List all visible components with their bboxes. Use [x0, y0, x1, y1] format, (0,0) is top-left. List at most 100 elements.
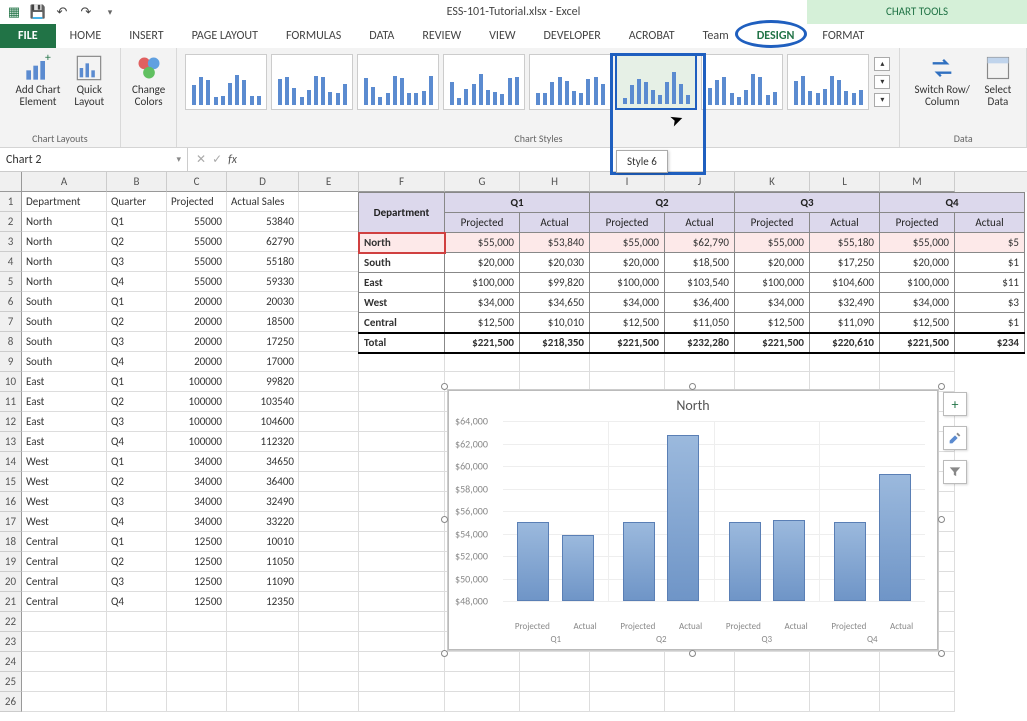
cell-H25[interactable] — [520, 672, 590, 692]
cell-D12[interactable]: 104600 — [227, 412, 299, 432]
cell-M9[interactable] — [880, 352, 955, 372]
col-header-C[interactable]: C — [167, 172, 227, 192]
cell-B26[interactable] — [107, 692, 167, 712]
tab-team[interactable]: Team — [689, 24, 743, 48]
cell-L9[interactable] — [810, 352, 880, 372]
row-header-17[interactable]: 17 — [0, 512, 22, 532]
select-data-button[interactable]: Select Data — [980, 52, 1016, 110]
cell-D1[interactable]: Actual Sales — [227, 192, 299, 212]
cell-E13[interactable] — [299, 432, 359, 452]
cell-B11[interactable]: Q2 — [107, 392, 167, 412]
styles-more[interactable]: ▾ — [874, 93, 890, 107]
tab-home[interactable]: HOME — [56, 24, 116, 48]
redo-icon[interactable]: ↷ — [78, 4, 94, 20]
chart-style-3[interactable] — [357, 54, 439, 110]
cell-D16[interactable]: 32490 — [227, 492, 299, 512]
chart-style-6[interactable] — [615, 54, 697, 110]
cell-A15[interactable]: West — [22, 472, 107, 492]
cell-D8[interactable]: 17250 — [227, 332, 299, 352]
row-header-11[interactable]: 11 — [0, 392, 22, 412]
cell-B16[interactable]: Q3 — [107, 492, 167, 512]
chart-bar[interactable] — [729, 522, 761, 601]
cell-C3[interactable]: 55000 — [167, 232, 227, 252]
cell-C17[interactable]: 34000 — [167, 512, 227, 532]
chart-filter-button[interactable] — [943, 460, 967, 484]
cell-E23[interactable] — [299, 632, 359, 652]
chart-styles-button[interactable] — [943, 426, 967, 450]
cell-C1[interactable]: Projected — [167, 192, 227, 212]
cell-B14[interactable]: Q1 — [107, 452, 167, 472]
row-header-3[interactable]: 3 — [0, 232, 22, 252]
col-header-L[interactable]: L — [810, 172, 880, 192]
cell-E8[interactable] — [299, 332, 359, 352]
cell-C22[interactable] — [167, 612, 227, 632]
cell-G10[interactable] — [445, 372, 520, 392]
cell-C7[interactable]: 20000 — [167, 312, 227, 332]
cell-C6[interactable]: 20000 — [167, 292, 227, 312]
row-header-14[interactable]: 14 — [0, 452, 22, 472]
cell-L26[interactable] — [810, 692, 880, 712]
tab-view[interactable]: VIEW — [475, 24, 529, 48]
chart-style-4[interactable] — [443, 54, 525, 110]
cell-A6[interactable]: South — [22, 292, 107, 312]
cell-E19[interactable] — [299, 552, 359, 572]
cell-E25[interactable] — [299, 672, 359, 692]
cell-A1[interactable]: Department — [22, 192, 107, 212]
cell-E15[interactable] — [299, 472, 359, 492]
cell-E22[interactable] — [299, 612, 359, 632]
cell-F9[interactable] — [359, 352, 445, 372]
chart-bar[interactable] — [773, 520, 805, 601]
cell-A20[interactable]: Central — [22, 572, 107, 592]
cell-E5[interactable] — [299, 272, 359, 292]
cell-C14[interactable]: 34000 — [167, 452, 227, 472]
cell-C9[interactable]: 20000 — [167, 352, 227, 372]
tab-formulas[interactable]: FORMULAS — [272, 24, 355, 48]
cell-D3[interactable]: 62790 — [227, 232, 299, 252]
cell-C13[interactable]: 100000 — [167, 432, 227, 452]
row-header-19[interactable]: 19 — [0, 552, 22, 572]
cell-E21[interactable] — [299, 592, 359, 612]
cell-A5[interactable]: North — [22, 272, 107, 292]
col-header-M[interactable]: M — [880, 172, 955, 192]
pivot-table[interactable]: DepartmentQ1Q2Q3Q4ProjectedActualProject… — [358, 192, 1025, 354]
row-header-16[interactable]: 16 — [0, 492, 22, 512]
cell-B13[interactable]: Q4 — [107, 432, 167, 452]
col-header-K[interactable]: K — [735, 172, 810, 192]
cell-D15[interactable]: 36400 — [227, 472, 299, 492]
fx-icon[interactable]: fx — [228, 153, 237, 167]
row-header-18[interactable]: 18 — [0, 532, 22, 552]
tab-acrobat[interactable]: ACROBAT — [615, 24, 689, 48]
cell-K26[interactable] — [735, 692, 810, 712]
cell-A8[interactable]: South — [22, 332, 107, 352]
col-header-F[interactable]: F — [359, 172, 445, 192]
cell-B19[interactable]: Q2 — [107, 552, 167, 572]
cell-B20[interactable]: Q3 — [107, 572, 167, 592]
cell-A7[interactable]: South — [22, 312, 107, 332]
cell-E16[interactable] — [299, 492, 359, 512]
cell-J9[interactable] — [665, 352, 735, 372]
cell-B3[interactable]: Q2 — [107, 232, 167, 252]
row-header-22[interactable]: 22 — [0, 612, 22, 632]
cell-A14[interactable]: West — [22, 452, 107, 472]
col-header-I[interactable]: I — [590, 172, 665, 192]
row-header-7[interactable]: 7 — [0, 312, 22, 332]
switch-row-column-button[interactable]: Switch Row/ Column — [911, 52, 974, 110]
cell-E24[interactable] — [299, 652, 359, 672]
cell-I26[interactable] — [590, 692, 665, 712]
cell-A13[interactable]: East — [22, 432, 107, 452]
cell-L24[interactable] — [810, 652, 880, 672]
cell-F16[interactable] — [359, 492, 445, 512]
row-header-12[interactable]: 12 — [0, 412, 22, 432]
cell-H9[interactable] — [520, 352, 590, 372]
cell-A2[interactable]: North — [22, 212, 107, 232]
tab-data[interactable]: DATA — [355, 24, 408, 48]
cell-E4[interactable] — [299, 252, 359, 272]
row-header-21[interactable]: 21 — [0, 592, 22, 612]
cell-B4[interactable]: Q3 — [107, 252, 167, 272]
embedded-chart[interactable]: North ProjectedActualQ1ProjectedActualQ2… — [448, 390, 938, 650]
cell-G9[interactable] — [445, 352, 520, 372]
cell-F26[interactable] — [359, 692, 445, 712]
cell-C25[interactable] — [167, 672, 227, 692]
cell-C24[interactable] — [167, 652, 227, 672]
cell-B12[interactable]: Q3 — [107, 412, 167, 432]
